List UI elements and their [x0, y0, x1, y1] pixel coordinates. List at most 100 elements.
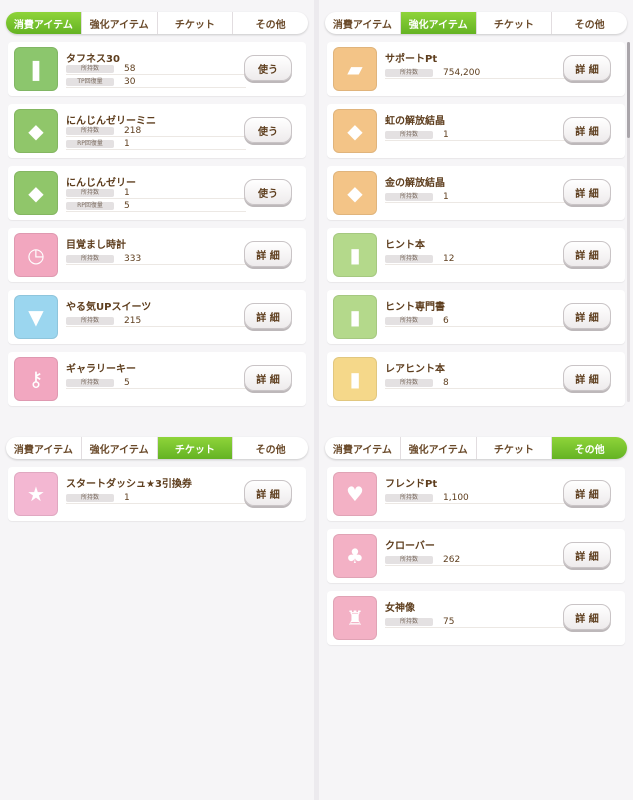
list-item: ◷ 目覚まし時計 所持数 333 詳 細 — [8, 228, 306, 282]
list-item: ▼ やる気UPスイーツ 所持数 215 詳 細 — [8, 290, 306, 344]
stat-row: 所持数 262 — [385, 555, 565, 566]
item-category-tabs: 消費アイテム 強化アイテム チケット その他 — [325, 437, 627, 459]
use-button[interactable]: 使う — [244, 117, 292, 143]
stat-row: 所持数 58 — [66, 64, 246, 75]
use-button[interactable]: 使う — [244, 179, 292, 205]
item-name: スタートダッシュ★3引換券 — [66, 479, 192, 490]
carrot-jelly-icon: ◆ — [14, 171, 58, 215]
use-button[interactable]: 使う — [244, 55, 292, 81]
goddess-statue-icon: ♜ — [333, 596, 377, 640]
stat-label: 所持数 — [385, 379, 433, 387]
stat-label: TP回復量 — [66, 78, 114, 86]
tab-tickets[interactable]: チケット — [158, 12, 234, 34]
details-button[interactable]: 詳 細 — [563, 480, 611, 506]
item-name: フレンドPt — [385, 479, 438, 490]
stat-row: 所持数 754,200 — [385, 68, 565, 79]
stat-row: 所持数 1 — [66, 188, 246, 199]
stat-label: 所持数 — [385, 255, 433, 263]
item-list: ★ スタートダッシュ★3引換券 所持数 1 詳 細 — [8, 467, 306, 529]
stat-row: 所持数 8 — [385, 378, 565, 389]
stat-value: 8 — [443, 378, 449, 388]
item-name: 金の解放結晶 — [385, 178, 445, 189]
tab-other[interactable]: その他 — [233, 437, 308, 459]
support-pt-icon: ▰ — [333, 47, 377, 91]
stat-row: 所持数 333 — [66, 254, 246, 265]
stat-label: 所持数 — [66, 127, 114, 135]
stat-label: 所持数 — [385, 317, 433, 325]
details-button[interactable]: 詳 細 — [563, 117, 611, 143]
tab-other[interactable]: その他 — [552, 12, 627, 34]
tab-enhancement[interactable]: 強化アイテム — [401, 437, 477, 459]
stat-label: 所持数 — [66, 317, 114, 325]
stat-row: TP回復量 30 — [66, 77, 246, 88]
tab-tickets[interactable]: チケット — [477, 437, 553, 459]
tab-consumables[interactable]: 消費アイテム — [6, 437, 82, 459]
alarm-clock-icon: ◷ — [14, 233, 58, 277]
stat-value: 333 — [124, 254, 142, 264]
hint-textbook-icon: ▮ — [333, 295, 377, 339]
parfait-icon: ▼ — [14, 295, 58, 339]
details-button[interactable]: 詳 細 — [563, 241, 611, 267]
item-panel-other: 消費アイテム 強化アイテム チケット その他 ♥ フレンドPt 所持数 1,10… — [319, 425, 633, 800]
tab-enhancement[interactable]: 強化アイテム — [82, 12, 158, 34]
item-name: 目覚まし時計 — [66, 240, 126, 251]
stat-label: 所持数 — [66, 379, 114, 387]
stat-label: 所持数 — [385, 494, 433, 502]
item-list: ▰ サポートPt 所持数 754,200 詳 細 ◆ 虹の解放結晶 所持数 1 … — [327, 42, 625, 414]
details-button[interactable]: 詳 細 — [244, 303, 292, 329]
stat-row: 所持数 1 — [385, 130, 565, 141]
list-item: ▰ サポートPt 所持数 754,200 詳 細 — [327, 42, 625, 96]
stat-label: 所持数 — [385, 69, 433, 77]
details-button[interactable]: 詳 細 — [244, 241, 292, 267]
stat-row: 所持数 5 — [66, 378, 246, 389]
list-item: ◆ 虹の解放結晶 所持数 1 詳 細 — [327, 104, 625, 158]
stat-value: 1 — [124, 139, 130, 149]
tab-tickets[interactable]: チケット — [477, 12, 553, 34]
details-button[interactable]: 詳 細 — [563, 303, 611, 329]
friend-pt-icon: ♥ — [333, 472, 377, 516]
details-button[interactable]: 詳 細 — [563, 542, 611, 568]
details-button[interactable]: 詳 細 — [563, 55, 611, 81]
stat-value: 1 — [443, 192, 449, 202]
clover-icon: ♣ — [333, 534, 377, 578]
stat-label: 所持数 — [385, 556, 433, 564]
tab-enhancement[interactable]: 強化アイテム — [82, 437, 158, 459]
item-name: ヒント専門書 — [385, 302, 445, 313]
details-button[interactable]: 詳 細 — [563, 179, 611, 205]
tab-consumables[interactable]: 消費アイテム — [325, 12, 401, 34]
details-button[interactable]: 詳 細 — [563, 365, 611, 391]
item-category-tabs: 消費アイテム 強化アイテム チケット その他 — [6, 437, 308, 459]
tab-consumables[interactable]: 消費アイテム — [6, 12, 82, 34]
tab-consumables[interactable]: 消費アイテム — [325, 437, 401, 459]
tab-enhancement[interactable]: 強化アイテム — [400, 12, 477, 34]
stat-value: 30 — [124, 77, 136, 87]
stat-label: 所持数 — [66, 65, 114, 73]
scrollbar-thumb[interactable] — [627, 42, 630, 138]
stat-label: 所持数 — [385, 193, 433, 201]
list-item: ▮ ヒント専門書 所持数 6 詳 細 — [327, 290, 625, 344]
item-name: にんじんゼリーミニ — [66, 116, 156, 127]
list-item: ♜ 女神像 所持数 75 詳 細 — [327, 591, 625, 645]
item-name: にんじんゼリー — [66, 178, 136, 189]
stat-value: 75 — [443, 617, 455, 627]
tab-other[interactable]: その他 — [552, 437, 627, 459]
list-item: ★ スタートダッシュ★3引換券 所持数 1 詳 細 — [8, 467, 306, 521]
list-item: ⚷ ギャラリーキー 所持数 5 詳 細 — [8, 352, 306, 406]
list-item: ♥ フレンドPt 所持数 1,100 詳 細 — [327, 467, 625, 521]
stat-row: 所持数 215 — [66, 316, 246, 327]
item-name: タフネス30 — [66, 54, 120, 65]
details-button[interactable]: 詳 細 — [244, 480, 292, 506]
stat-row: RP回復量 1 — [66, 139, 246, 150]
tab-tickets[interactable]: チケット — [157, 437, 234, 459]
stat-value: 1 — [443, 130, 449, 140]
tab-other[interactable]: その他 — [233, 12, 308, 34]
stat-row: 所持数 6 — [385, 316, 565, 327]
details-button[interactable]: 詳 細 — [563, 604, 611, 630]
carrot-jelly-mini-icon: ◆ — [14, 109, 58, 153]
stat-value: 5 — [124, 201, 130, 211]
details-button[interactable]: 詳 細 — [244, 365, 292, 391]
item-panel-enhancement: 消費アイテム 強化アイテム チケット その他 ▰ サポートPt 所持数 754,… — [319, 0, 633, 425]
juice-bottle-icon: ❚ — [14, 47, 58, 91]
list-item: ◆ 金の解放結晶 所持数 1 詳 細 — [327, 166, 625, 220]
stat-value: 6 — [443, 316, 449, 326]
